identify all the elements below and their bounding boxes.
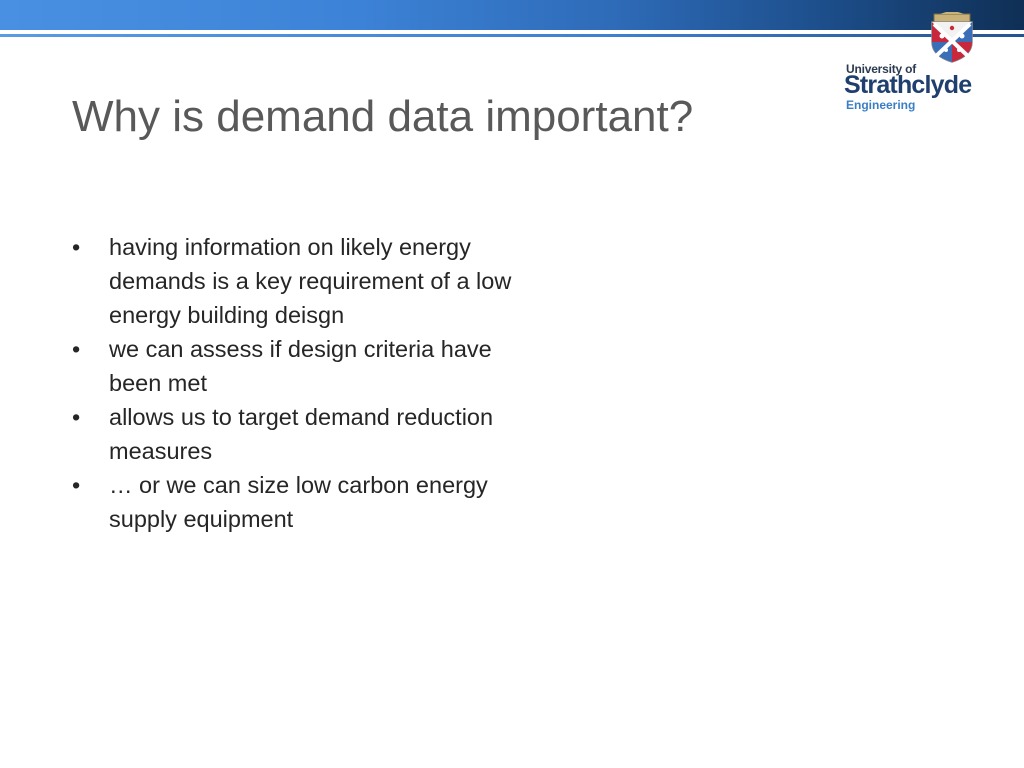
bullet-item: • allows us to target demand reduction m… <box>72 400 532 468</box>
university-logo: University of Strathclyde Engineering <box>836 12 996 112</box>
bullet-text: allows us to target demand reduction mea… <box>109 404 494 464</box>
bullet-icon: • <box>72 404 81 430</box>
bullet-item: • … or we can size low carbon energy sup… <box>72 468 532 536</box>
bullet-icon: • <box>72 472 81 498</box>
bullet-icon: • <box>72 336 81 362</box>
bullet-item: • having information on likely energy de… <box>72 230 532 332</box>
logo-strathclyde: Strathclyde <box>844 71 972 99</box>
bullet-item: • we can assess if design criteria have … <box>72 332 532 400</box>
bullet-text: we can assess if design criteria have be… <box>109 336 492 396</box>
bullet-list: • having information on likely energy de… <box>72 230 532 536</box>
bullet-text: having information on likely energy dema… <box>109 234 512 328</box>
slide: University of Strathclyde Engineering Wh… <box>0 0 1024 768</box>
logo-engineering: Engineering <box>846 98 916 112</box>
crest-icon <box>931 12 973 63</box>
bullet-text: … or we can size low carbon energy suppl… <box>109 472 488 532</box>
bullet-icon: • <box>72 234 81 260</box>
slide-title: Why is demand data important? <box>72 92 694 141</box>
